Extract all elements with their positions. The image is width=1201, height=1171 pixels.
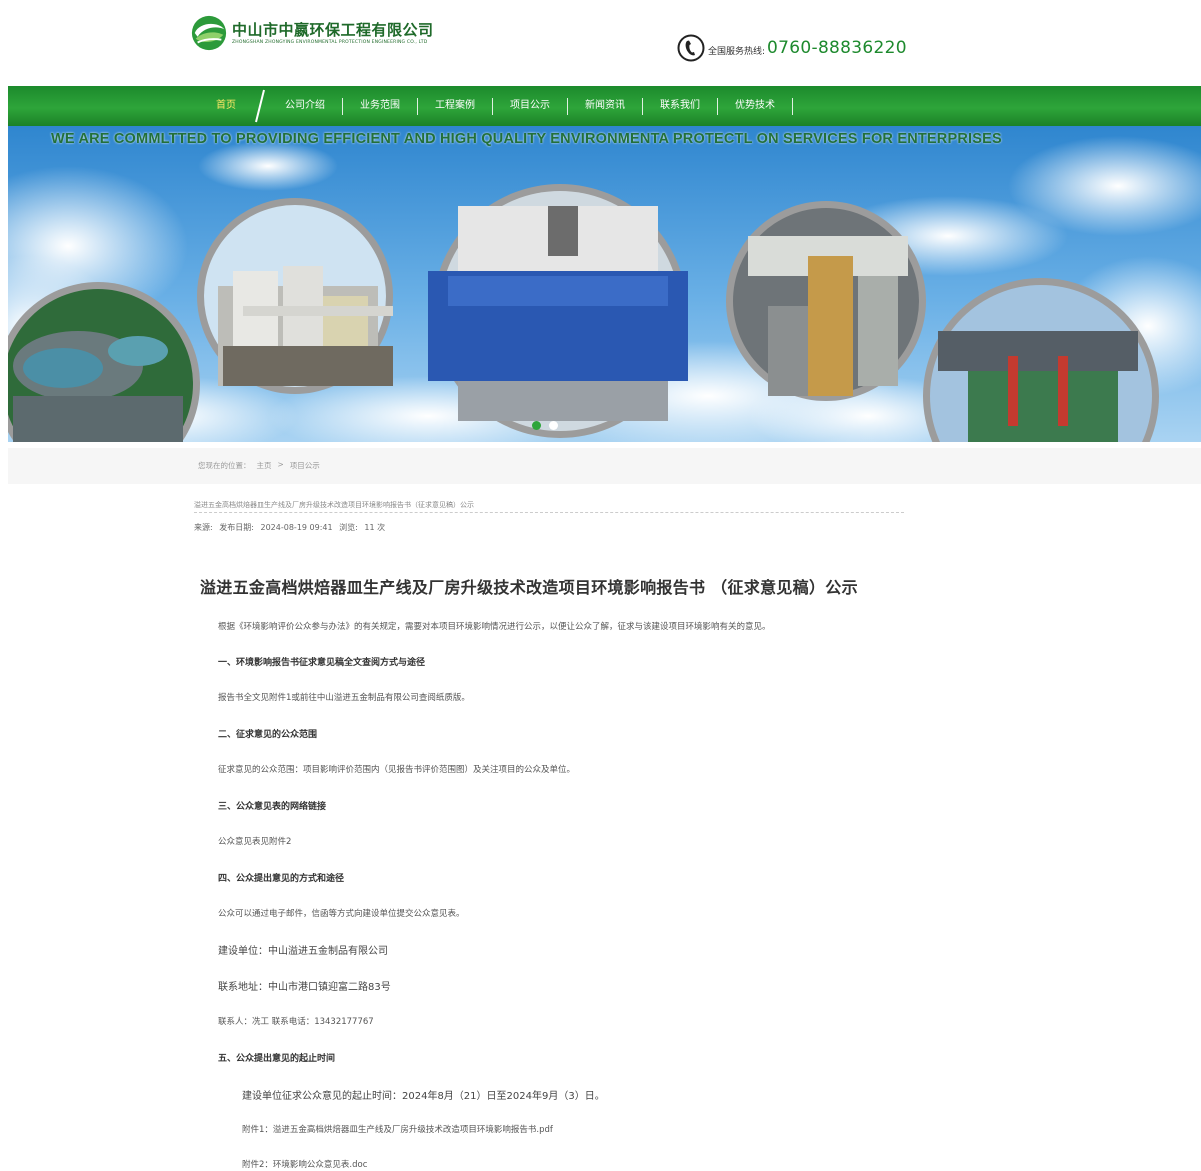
logo-swirl-icon	[191, 15, 227, 51]
section-3-heading: 三、公众意见表的网络链接	[218, 802, 327, 812]
breadcrumb-current[interactable]: 项目公示	[290, 460, 320, 471]
views-count: 11 次	[364, 523, 386, 532]
section-3-text: 公众意见表见附件2	[218, 837, 292, 847]
hotline-label: 全国服务热线:	[708, 46, 766, 57]
section-1-text: 报告书全文见附件1或前往中山溢进五金制品有限公司查阅纸质版。	[218, 693, 470, 703]
main-nav: 首页 公司介绍 业务范围 工程案例 项目公示 新闻资讯 联系我们 优势技术	[8, 86, 1201, 126]
photo-circle-3	[428, 184, 688, 438]
address-info: 联系地址：中山市港口镇迎富二路83号	[218, 982, 391, 993]
section-2-text: 征求意见的公众范围：项目影响评价范围内（见报告书评价范围图）及关注项目的公众及单…	[218, 765, 576, 775]
article-meta: 来源: 发布日期: 2024-08-19 09:41 浏览: 11 次	[194, 522, 389, 533]
nav-item-about[interactable]: 公司介绍	[268, 86, 342, 126]
site-header: 中山市中嬴环保工程有限公司 ZHONGSHAN ZHONGYING ENVIRO…	[0, 0, 1201, 86]
source-label: 来源:	[194, 523, 213, 532]
date-label: 发布日期:	[219, 523, 254, 532]
nav-item-technology[interactable]: 优势技术	[718, 86, 792, 126]
hotline-number[interactable]: 0760-88836220	[767, 38, 907, 58]
company-logo[interactable]: 中山市中嬴环保工程有限公司 ZHONGSHAN ZHONGYING ENVIRO…	[190, 14, 434, 52]
section-5-heading: 五、公众提出意见的起止时间	[218, 1054, 336, 1064]
hotline: 全国服务热线: 0760-88836220	[677, 34, 907, 62]
section-4-heading: 四、公众提出意见的方式和途径	[218, 874, 345, 884]
nav-item-projects[interactable]: 项目公示	[493, 86, 567, 126]
article-intro: 根据《环境影响评价公众参与办法》的有关规定，需要对本项目环境影响情况进行公示，以…	[218, 622, 771, 632]
phone-icon	[677, 34, 705, 62]
section-4-text: 公众可以通过电子邮件，信函等方式向建设单位提交公众意见表。	[218, 909, 465, 919]
section-5-text: 建设单位征求公众意见的起止时间：2024年8月（21）日至2024年9月（3）日…	[242, 1091, 605, 1102]
section-1-heading: 一、环境影响报告书征求意见稿全文查阅方式与途径	[218, 658, 426, 668]
nav-divider-slash	[255, 89, 265, 123]
nav-item-contact[interactable]: 联系我们	[643, 86, 717, 126]
nav-item-home[interactable]: 首页	[206, 86, 252, 126]
breadcrumb-band: 您现在的位置： 主页 > 项目公示	[8, 448, 1201, 484]
photo-circle-2	[197, 198, 393, 394]
contact-info: 联系人：冼工 联系电话：13432177767	[218, 1017, 374, 1027]
breadcrumb-prefix: 您现在的位置：	[198, 461, 251, 470]
carousel-dot-2[interactable]	[549, 421, 558, 430]
nav-list: 首页 公司介绍 业务范围 工程案例 项目公示 新闻资讯 联系我们 优势技术	[206, 86, 793, 126]
banner-illustration	[8, 126, 1201, 442]
builder-info: 建设单位：中山溢进五金制品有限公司	[218, 946, 388, 957]
company-name-en: ZHONGSHAN ZHONGYING ENVIRONMENTAL PROTEC…	[232, 39, 428, 45]
article-short-title: 溢进五金高档烘焙器皿生产线及厂房升级技术改造项目环境影响报告书（征求意见稿）公示	[194, 500, 904, 513]
publish-date: 2024-08-19 09:41	[260, 523, 333, 532]
hero-banner[interactable]: WE ARE COMMLTTED TO PROVIDING EFFICIENT …	[8, 126, 1201, 442]
company-name: 中山市中嬴环保工程有限公司	[232, 20, 434, 39]
section-2-heading: 二、征求意见的公众范围	[218, 730, 318, 740]
carousel-dots	[532, 421, 558, 430]
attachment-1-link[interactable]: 附件1：溢进五金高档烘焙器皿生产线及厂房升级技术改造项目环境影响报告书.pdf	[242, 1123, 553, 1135]
breadcrumb-home[interactable]: 主页	[257, 460, 272, 471]
nav-item-cases[interactable]: 工程案例	[418, 86, 492, 126]
nav-item-business[interactable]: 业务范围	[343, 86, 417, 126]
banner-slogan: WE ARE COMMLTTED TO PROVIDING EFFICIENT …	[51, 131, 1002, 147]
logo-text: 中山市中嬴环保工程有限公司 ZHONGSHAN ZHONGYING ENVIRO…	[232, 21, 434, 46]
attachment-2-link[interactable]: 附件2：环境影响公众意见表.doc	[242, 1158, 367, 1170]
article-title: 溢进五金高档烘焙器皿生产线及厂房升级技术改造项目环境影响报告书 （征求意见稿）公…	[200, 578, 858, 597]
carousel-dot-1[interactable]	[532, 421, 541, 430]
breadcrumb: 您现在的位置： 主页 > 项目公示	[198, 460, 320, 471]
breadcrumb-separator: >	[277, 460, 284, 469]
nav-item-news[interactable]: 新闻资讯	[568, 86, 642, 126]
nav-separator	[792, 97, 793, 115]
photo-circle-4	[726, 201, 926, 401]
views-label: 浏览:	[339, 523, 358, 532]
